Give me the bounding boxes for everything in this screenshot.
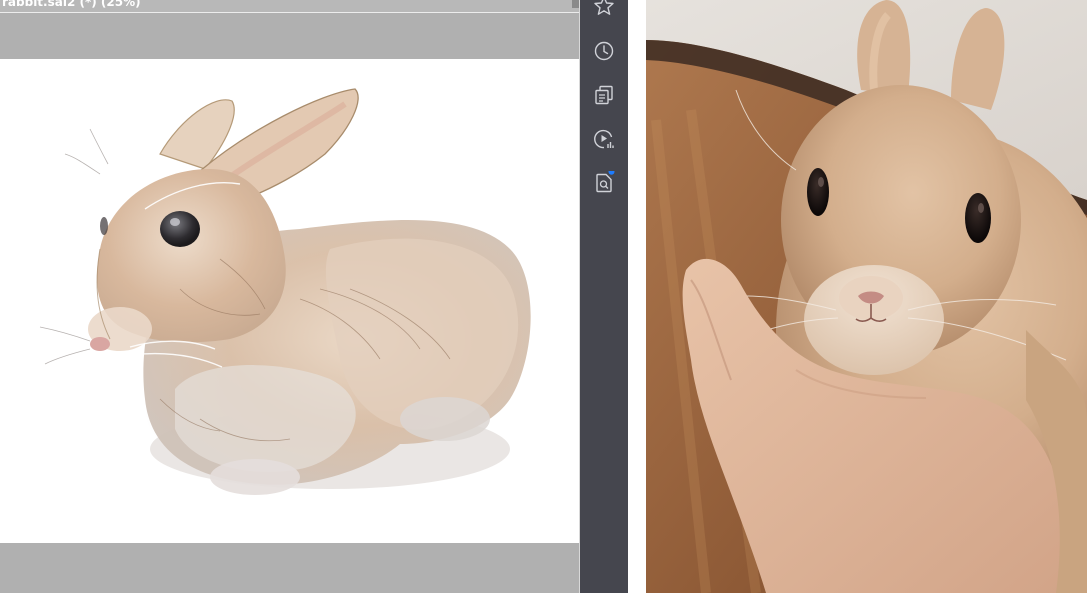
watercolor-rabbit-artwork	[39, 88, 531, 495]
scrollbar-thumb[interactable]	[572, 0, 579, 8]
canvas-window: rabbit.sai2 (*) (25%)	[0, 0, 580, 593]
side-toolbar	[580, 0, 628, 593]
rabbit-photo	[646, 0, 1087, 593]
video-stats-icon[interactable]	[592, 127, 616, 151]
clock-icon[interactable]	[592, 39, 616, 63]
panel-gap	[628, 0, 646, 593]
document-titlebar[interactable]: rabbit.sai2 (*) (25%)	[0, 0, 580, 13]
star-icon[interactable]	[592, 0, 616, 18]
document-title: rabbit.sai2 (*) (25%)	[2, 0, 141, 9]
search-document-icon[interactable]	[592, 171, 616, 195]
documents-icon[interactable]	[592, 83, 616, 107]
reference-photo[interactable]	[646, 0, 1087, 593]
canvas-paper[interactable]	[0, 59, 579, 543]
notification-dot	[608, 171, 615, 175]
